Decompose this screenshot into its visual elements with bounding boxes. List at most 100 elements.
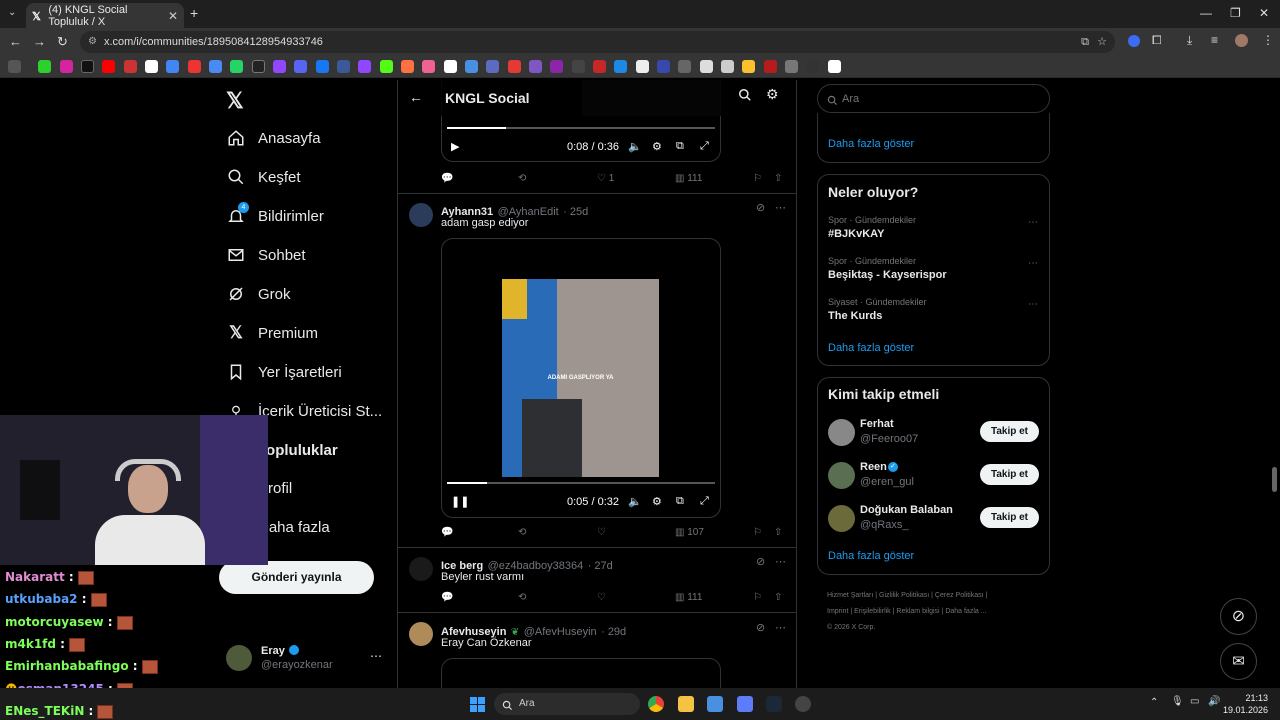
bookmark-icon-6[interactable] (145, 60, 158, 73)
like-button[interactable]: ♡ 1 (597, 173, 614, 184)
chrome-icon[interactable] (648, 696, 664, 712)
bookmark-icon[interactable]: ⚐ (753, 592, 762, 603)
more-dots-icon[interactable]: ⋯ (775, 555, 786, 568)
reply-icon[interactable]: 💬 (441, 173, 453, 184)
clock-date[interactable]: 19.01.2026 (1222, 705, 1268, 715)
user-name[interactable]: Reen (860, 461, 887, 473)
search-icon[interactable] (738, 88, 752, 107)
more-dots-icon[interactable]: ⋯ (775, 621, 786, 634)
user-name[interactable]: Doğukan Balaban (860, 504, 953, 516)
bookmark-icon-1[interactable] (38, 60, 51, 73)
profile-avatar-icon[interactable] (1235, 34, 1248, 47)
video-settings-icon[interactable]: ⚙ (652, 140, 662, 153)
volume-icon[interactable]: 🔈 (628, 495, 642, 508)
more-dots-icon[interactable]: ⋯ (1028, 217, 1038, 228)
extension-icon[interactable] (1128, 35, 1140, 47)
bookmark-star-icon[interactable]: ☆ (1097, 31, 1107, 53)
grok-icon[interactable]: ⊘ (756, 621, 765, 634)
bookmark-icon-18[interactable] (401, 60, 414, 73)
back-icon[interactable]: ← (9, 34, 22, 49)
bookmark-icon-21[interactable] (465, 60, 478, 73)
grok-float-icon[interactable]: ⊘ (1220, 598, 1257, 635)
install-app-icon[interactable]: ⧉ (1081, 31, 1089, 53)
footer-link[interactable]: Erişilebilirlik (854, 608, 891, 615)
bookmark-icon-23[interactable] (508, 60, 521, 73)
bookmark-icon-13[interactable] (294, 60, 307, 73)
bookmark-icon-8[interactable] (188, 60, 201, 73)
search-box[interactable]: Ara (817, 84, 1050, 113)
picture-in-picture-icon[interactable]: ⧉ (676, 140, 684, 153)
bookmark-icon-16[interactable] (358, 60, 371, 73)
show-more-link[interactable]: Daha fazla göster (828, 342, 914, 354)
bookmark-icon-35[interactable] (764, 60, 777, 73)
footer-link[interactable]: Hizmet Şartları (827, 592, 873, 599)
fullscreen-icon[interactable]: ⤢ (700, 495, 709, 508)
messages-float-icon[interactable]: ✉ (1220, 643, 1257, 680)
browser-menu-icon[interactable]: ⋮ (1262, 33, 1274, 47)
bookmark-icon-28[interactable] (614, 60, 627, 73)
footer-link[interactable]: Gizlilik Politikası (879, 592, 929, 599)
browser-tab[interactable]: 𝕏 (4) KNGL Social Topluluk / X ✕ (26, 3, 184, 28)
like-icon[interactable]: ♡ (597, 527, 606, 538)
views-count[interactable]: ▥ 107 (675, 527, 704, 538)
taskbar-search[interactable]: Ara (494, 693, 640, 715)
nav-item-home[interactable]: Anasayfa (226, 128, 321, 148)
reload-icon[interactable]: ↻ (57, 34, 68, 50)
restore-icon[interactable]: ❐ (1230, 6, 1241, 20)
user-avatar[interactable] (828, 505, 855, 532)
more-dots-icon[interactable]: ⋯ (1028, 299, 1038, 310)
picture-in-picture-icon[interactable]: ⧉ (676, 495, 684, 508)
repost-icon[interactable]: ⟲ (518, 527, 526, 538)
more-dots-icon[interactable]: ⋯ (370, 649, 382, 663)
bookmark-icon-31[interactable] (678, 60, 691, 73)
more-dots-icon[interactable]: ⋯ (775, 201, 786, 214)
bookmark-icon-10[interactable] (230, 60, 243, 73)
user-avatar[interactable] (828, 419, 855, 446)
speaker-icon[interactable]: 🔊 (1208, 696, 1220, 707)
footer-link[interactable]: Çerez Politikası (935, 592, 984, 599)
bookmark-icon-11[interactable] (252, 60, 265, 73)
media-control-icon[interactable]: ≡ (1211, 33, 1218, 47)
bookmark-icon-32[interactable] (700, 60, 713, 73)
views-count[interactable]: ▥ 111 (675, 592, 702, 603)
bookmark-icon[interactable]: ⚐ (753, 173, 762, 184)
tray-chevron-icon[interactable]: ⌃ (1150, 697, 1158, 708)
reply-icon[interactable]: 💬 (441, 527, 453, 538)
account-switcher[interactable]: Eray @erayozkenar ⋯ (226, 645, 386, 675)
trend-item[interactable]: Spor · Gündemdekiler #BJKvKAY ⋯ (828, 215, 1041, 243)
windows-start-icon[interactable] (470, 697, 485, 712)
bookmark-icon-20[interactable] (444, 60, 457, 73)
clock-time[interactable]: 21:13 (1232, 693, 1268, 703)
user-avatar[interactable] (828, 462, 855, 489)
show-more-link[interactable]: Daha fazla göster (828, 550, 914, 562)
nav-item-notifications[interactable]: 4 Bildirimler (226, 202, 324, 226)
nav-item-grok[interactable]: Grok (226, 284, 291, 304)
reply-icon[interactable]: 💬 (441, 592, 453, 603)
apps-grid-icon[interactable] (8, 60, 21, 73)
nav-item-chat[interactable]: Sohbet (226, 245, 306, 265)
share-icon[interactable]: ⇧ (774, 527, 782, 538)
bookmark-icon-30[interactable] (657, 60, 670, 73)
bookmark-icon-5[interactable] (124, 60, 137, 73)
minimize-icon[interactable]: — (1200, 6, 1212, 20)
bookmark-icon-17[interactable] (380, 60, 393, 73)
show-more-link[interactable]: Daha fazla göster (828, 138, 914, 150)
trend-item[interactable]: Spor · Gündemdekiler Beşiktaş - Kayseris… (828, 256, 1041, 284)
follow-button[interactable]: Takip et (980, 507, 1039, 528)
post-avatar[interactable] (409, 622, 433, 646)
app-icon[interactable] (795, 696, 811, 712)
bookmark-icon-7[interactable] (166, 60, 179, 73)
address-bar[interactable]: ⚙ x.com/i/communities/189508412895493374… (80, 31, 1115, 53)
like-icon[interactable]: ♡ (597, 592, 606, 603)
extensions-puzzle-icon[interactable]: ⧠ (1152, 33, 1162, 48)
footer-link[interactable]: Reklam bilgisi (896, 608, 939, 615)
user-name[interactable]: Ferhat (860, 418, 894, 430)
grok-icon[interactable]: ⊘ (756, 555, 765, 568)
bookmark-icon-12[interactable] (273, 60, 286, 73)
bookmark-icon-2[interactable] (60, 60, 73, 73)
views-count[interactable]: ▥ 111 (675, 173, 702, 184)
tab-search-icon[interactable]: ⌄ (8, 7, 16, 18)
bookmark-icon-33[interactable] (721, 60, 734, 73)
tab-close-icon[interactable]: ✕ (168, 9, 178, 23)
more-dots-icon[interactable]: ⋯ (1028, 258, 1038, 269)
